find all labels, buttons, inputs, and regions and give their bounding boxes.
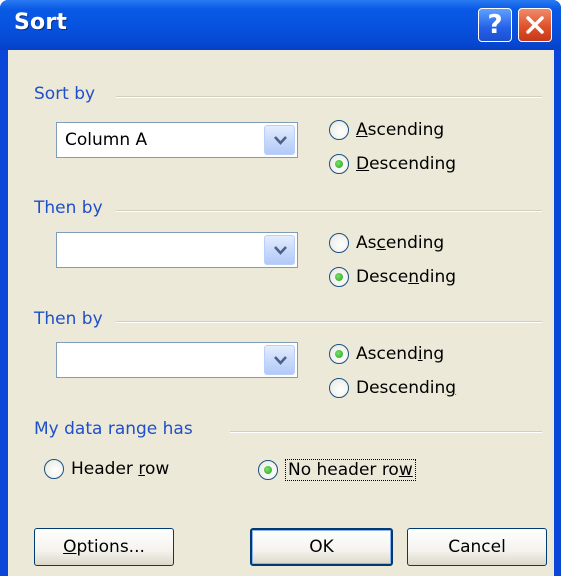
dialog-title: Sort [14,10,68,35]
radio-icon [329,267,349,287]
radio-icon [329,233,349,253]
no-header-row-label: No header row [285,459,416,481]
radio-icon [329,378,349,398]
cancel-button[interactable]: Cancel [407,528,547,566]
radio-icon [329,120,349,140]
cancel-button-label: Cancel [448,537,506,557]
sort-by-column-select[interactable]: Column A [56,122,298,158]
then-by-label: Then by [34,309,103,329]
then-by-1-descending-label: Descending [356,267,457,287]
radio-icon [329,344,349,364]
then-by-1-ascending-radio[interactable]: Ascending [329,233,444,253]
divider [230,431,542,433]
sort-by-descending-radio[interactable]: Descending [329,154,456,174]
chevron-down-icon [274,136,287,145]
data-range-label: My data range has [34,419,193,439]
divider [116,321,542,323]
dialog-body: Sort by Column A Ascending Descending Th… [8,50,554,576]
then-by-1-dropdown-button[interactable] [264,235,295,265]
close-icon [526,16,544,34]
help-button[interactable]: ? [478,8,512,42]
sort-by-column-value: Column A [65,130,148,150]
radio-icon [329,154,349,174]
ok-button-label: OK [309,537,334,557]
sort-dialog: Sort ? Sort by Column A Ascending Descen… [0,0,561,576]
then-by-2-descending-radio[interactable]: Descending [329,378,456,398]
header-row-radio[interactable]: Header row [44,459,169,479]
chevron-down-icon [274,356,287,365]
sort-by-label: Sort by [34,84,96,104]
radio-icon [44,459,64,479]
then-by-1-column-select[interactable] [56,232,298,268]
close-button[interactable] [518,8,552,42]
then-by-1-ascending-label: Ascending [356,233,445,253]
help-icon: ? [487,10,503,40]
sort-by-dropdown-button[interactable] [264,125,295,155]
options-button-label: Options... [63,537,145,557]
divider [116,96,542,98]
sort-by-ascending-label: Ascending [356,120,445,140]
then-by-2-descending-label: Descending [356,378,457,398]
no-header-row-radio[interactable]: No header row [258,459,416,481]
header-row-label: Header row [71,459,170,479]
sort-by-descending-label: Descending [356,154,457,174]
then-by-label: Then by [34,198,103,218]
then-by-2-dropdown-button[interactable] [264,345,295,375]
title-bar[interactable]: Sort ? [0,0,561,50]
sort-by-ascending-radio[interactable]: Ascending [329,120,444,140]
radio-icon [258,460,278,480]
then-by-2-ascending-radio[interactable]: Ascending [329,344,444,364]
chevron-down-icon [274,246,287,255]
ok-button[interactable]: OK [250,528,393,566]
then-by-2-ascending-label: Ascending [356,344,445,364]
then-by-1-descending-radio[interactable]: Descending [329,267,456,287]
options-button[interactable]: Options... [34,528,174,566]
then-by-2-column-select[interactable] [56,342,298,378]
divider [116,210,542,212]
